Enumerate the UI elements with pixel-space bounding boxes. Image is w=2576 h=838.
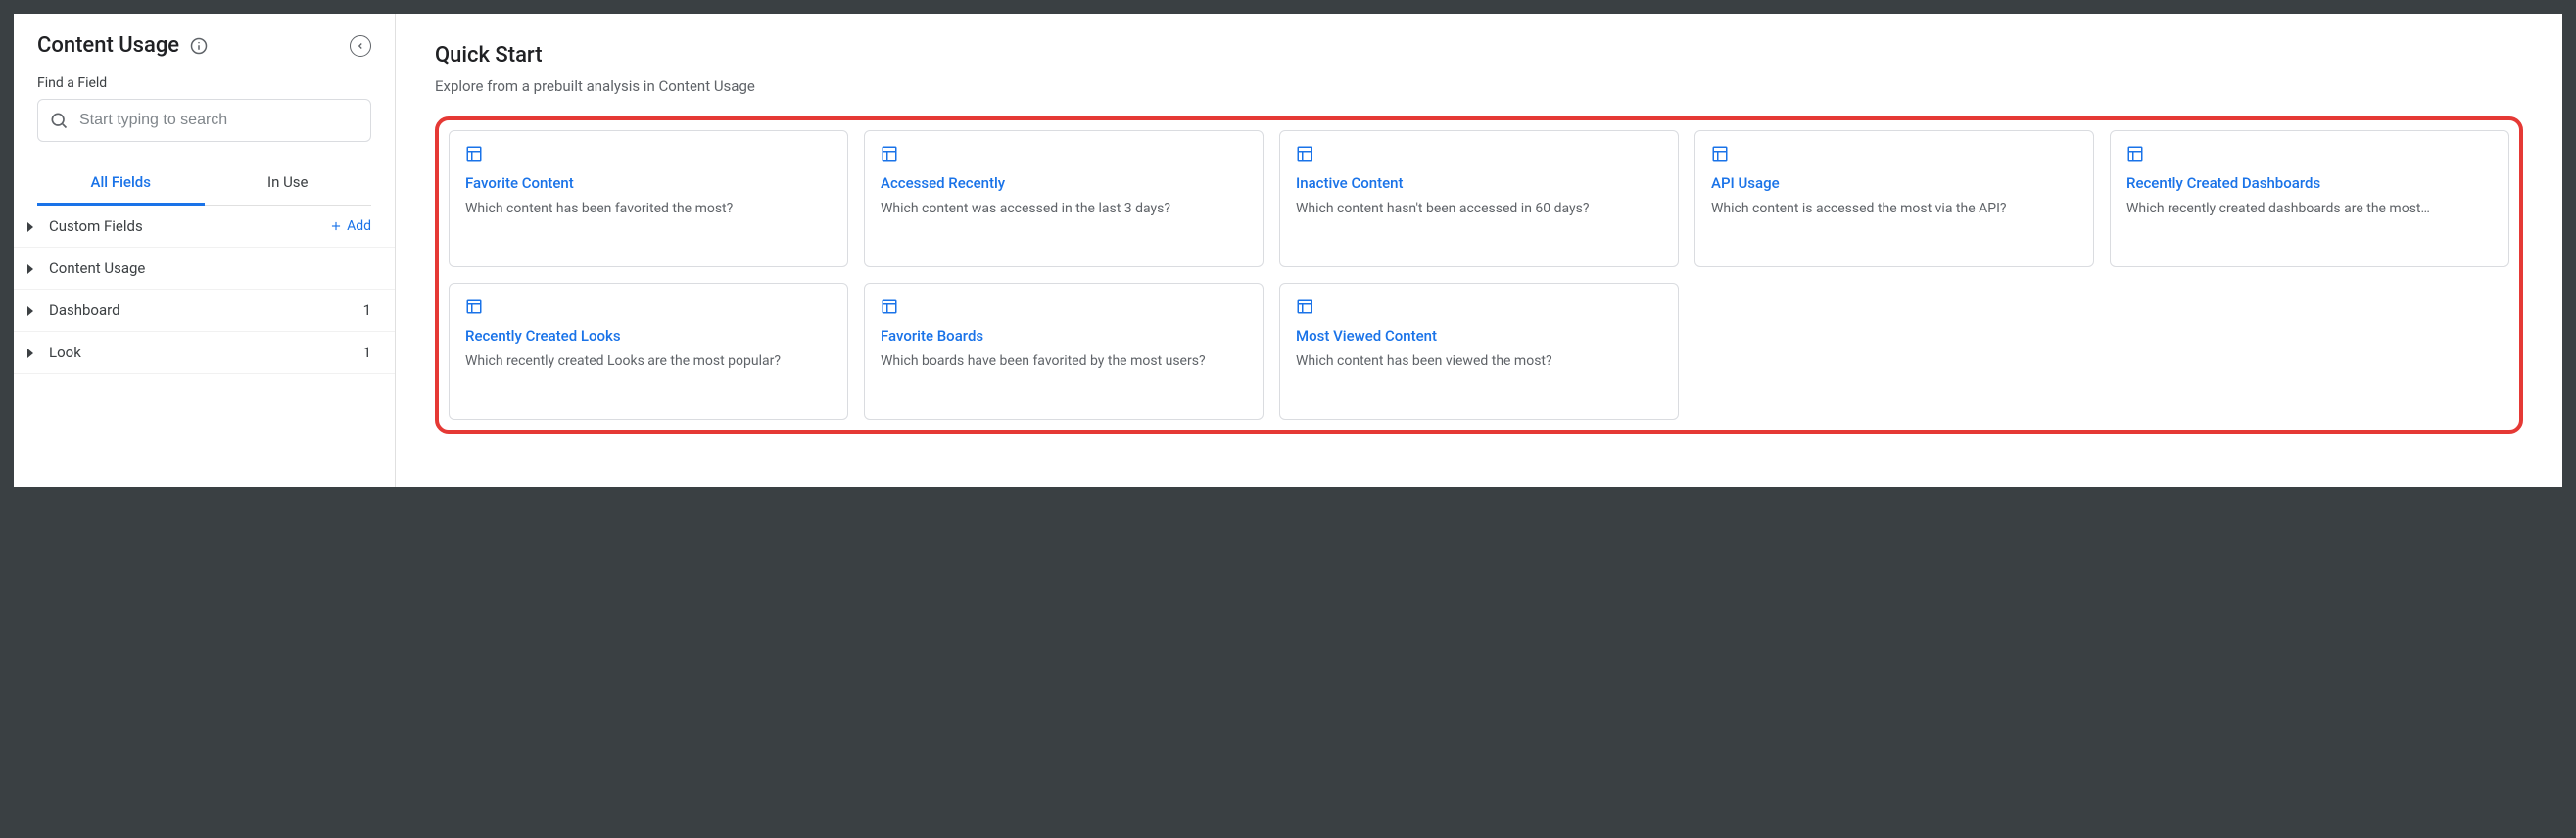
card-title: Favorite Boards — [881, 327, 1247, 347]
card-description: Which content was accessed in the last 3… — [881, 200, 1247, 219]
dashboard-icon — [2126, 145, 2493, 166]
caret-icon — [27, 349, 35, 356]
quick-start-card[interactable]: Inactive Content Which content hasn't bee… — [1279, 130, 1679, 267]
highlight-frame: Favorite Content Which content has been f… — [435, 116, 2523, 434]
cards-grid: Favorite Content Which content has been f… — [449, 130, 2509, 420]
collapse-panel-icon[interactable] — [350, 35, 371, 57]
app-frame: Content Usage Find a Field All Fields In… — [14, 14, 2562, 487]
field-list: Custom Fields Add Content Usage Dashboar… — [14, 206, 395, 487]
quick-start-card[interactable]: API Usage Which content is accessed the m… — [1694, 130, 2094, 267]
main-panel: Quick Start Explore from a prebuilt anal… — [396, 14, 2562, 487]
search-wrap — [37, 99, 371, 142]
quick-start-title: Quick Start — [435, 43, 2523, 68]
sidebar: Content Usage Find a Field All Fields In… — [14, 14, 396, 487]
find-field-label: Find a Field — [37, 75, 371, 91]
card-description: Which content is accessed the most via t… — [1711, 200, 2077, 219]
card-title: API Usage — [1711, 174, 2077, 194]
search-input[interactable] — [37, 99, 371, 142]
info-icon[interactable] — [189, 36, 209, 56]
card-description: Which recently created dashboards are th… — [2126, 200, 2493, 219]
title-left: Content Usage — [37, 33, 209, 58]
quick-start-card[interactable]: Favorite Boards Which boards have been fa… — [864, 283, 1264, 420]
tab-in-use[interactable]: In Use — [205, 160, 372, 205]
caret-icon — [27, 306, 35, 314]
card-description: Which recently created Looks are the mos… — [465, 352, 832, 372]
dashboard-icon — [465, 145, 832, 166]
field-label: Content Usage — [49, 259, 145, 277]
card-description: Which boards have been favorited by the … — [881, 352, 1247, 372]
dashboard-icon — [1296, 298, 1662, 319]
card-title: Recently Created Looks — [465, 327, 832, 347]
search-icon — [49, 111, 69, 130]
plus-icon — [329, 219, 343, 233]
card-description: Which content hasn't been accessed in 60… — [1296, 200, 1662, 219]
field-row-content-usage[interactable]: Content Usage — [14, 248, 395, 290]
sidebar-tabs: All Fields In Use — [37, 160, 371, 206]
field-label: Look — [49, 344, 81, 361]
quick-start-card[interactable]: Accessed Recently Which content was acces… — [864, 130, 1264, 267]
field-row-custom-fields[interactable]: Custom Fields Add — [14, 206, 395, 248]
field-count: 1 — [363, 302, 371, 319]
quick-start-card[interactable]: Most Viewed Content Which content has bee… — [1279, 283, 1679, 420]
card-title: Accessed Recently — [881, 174, 1247, 194]
dashboard-icon — [465, 298, 832, 319]
dashboard-icon — [1711, 145, 2077, 166]
card-title: Favorite Content — [465, 174, 832, 194]
card-title: Inactive Content — [1296, 174, 1662, 194]
card-title: Recently Created Dashboards — [2126, 174, 2493, 194]
field-row-dashboard[interactable]: Dashboard 1 — [14, 290, 395, 332]
sidebar-header: Content Usage Find a Field All Fields In… — [14, 14, 395, 206]
tab-all-fields[interactable]: All Fields — [37, 160, 205, 205]
quick-start-card[interactable]: Recently Created Looks Which recently cre… — [449, 283, 848, 420]
card-title: Most Viewed Content — [1296, 327, 1662, 347]
quick-start-card[interactable]: Recently Created Dashboards Which recentl… — [2110, 130, 2509, 267]
card-description: Which content has been viewed the most? — [1296, 352, 1662, 372]
title-row: Content Usage — [37, 33, 371, 58]
caret-icon — [27, 222, 35, 230]
quick-start-card[interactable]: Favorite Content Which content has been f… — [449, 130, 848, 267]
field-row-look[interactable]: Look 1 — [14, 332, 395, 374]
caret-icon — [27, 264, 35, 272]
dashboard-icon — [881, 145, 1247, 166]
page-title: Content Usage — [37, 33, 179, 58]
field-label: Dashboard — [49, 302, 120, 319]
field-count: 1 — [363, 344, 371, 361]
field-label: Custom Fields — [49, 217, 143, 235]
dashboard-icon — [1296, 145, 1662, 166]
dashboard-icon — [881, 298, 1247, 319]
card-description: Which content has been favorited the mos… — [465, 200, 832, 219]
add-custom-field-button[interactable]: Add — [329, 218, 371, 234]
quick-start-subtitle: Explore from a prebuilt analysis in Cont… — [435, 77, 2523, 95]
